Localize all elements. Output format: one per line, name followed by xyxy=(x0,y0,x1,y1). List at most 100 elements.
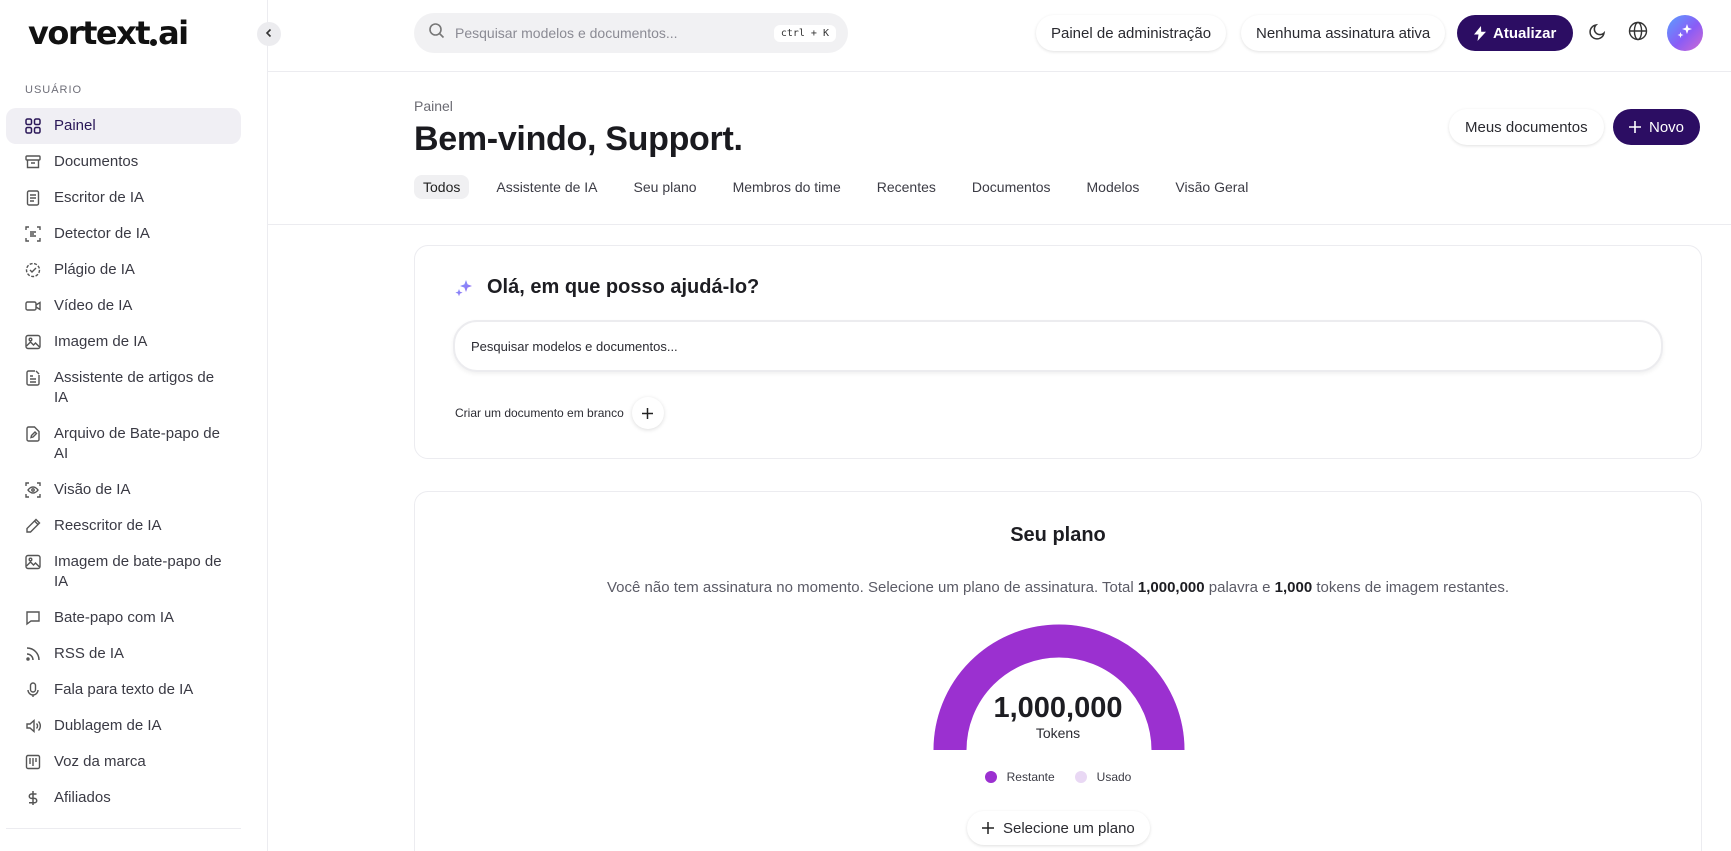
breadcrumb: Painel xyxy=(414,98,453,114)
sidebar-item-label: Painel xyxy=(54,117,96,134)
assistant-title-text: Olá, em que posso ajudá-lo? xyxy=(487,276,760,298)
sidebar-item-label: Afiliados xyxy=(54,789,111,806)
admin-panel-button[interactable]: Painel de administração xyxy=(1036,15,1227,51)
check-circle-icon xyxy=(24,261,41,278)
sidebar-item-label: Bate-papo com IA xyxy=(54,609,175,626)
scan-text-icon xyxy=(24,225,41,242)
language-button[interactable] xyxy=(1626,21,1650,45)
chevron-left-icon xyxy=(264,25,274,43)
collapse-sidebar-button[interactable] xyxy=(257,22,281,46)
archive-icon xyxy=(24,153,41,170)
sidebar-item-detector[interactable]: Detector de IA xyxy=(6,216,241,252)
page-header: Painel Bem-vindo, Support. Todos Assiste… xyxy=(268,72,1731,225)
sidebar-item-escritor[interactable]: Escritor de IA xyxy=(6,180,241,216)
page-title: Bem-vindo, Support. xyxy=(414,120,743,158)
sidebar-item-label: Imagem de IA xyxy=(54,333,148,350)
sidebar-item-label: Imagem de bate-papo de IA xyxy=(54,553,222,590)
plus-icon xyxy=(982,822,994,834)
chat-icon xyxy=(24,609,41,626)
create-blank-document-button[interactable]: Criar um documento em branco xyxy=(455,397,664,429)
tab-documentos[interactable]: Documentos xyxy=(963,175,1060,199)
tab-membros[interactable]: Membros do time xyxy=(724,175,850,199)
word-count: 1,000,000 xyxy=(1137,579,1205,596)
legend-swatch-remaining xyxy=(984,771,997,783)
theme-toggle-button[interactable] xyxy=(1586,21,1610,45)
sidebar-item-imagem-chat[interactable]: Imagem de bate-papo de IA xyxy=(6,544,241,600)
sidebar-item-label: Arquivo de Bate-papo de AI xyxy=(54,425,220,462)
upgrade-button[interactable]: Atualizar xyxy=(1457,15,1574,51)
dollar-icon xyxy=(24,789,41,806)
logo-suffix: ai xyxy=(158,14,189,52)
sidebar-item-label: Reescritor de IA xyxy=(54,517,162,534)
select-plan-label: Selecione um plano xyxy=(1003,819,1135,837)
tab-recentes[interactable]: Recentes xyxy=(868,175,945,199)
new-button[interactable]: Novo xyxy=(1613,109,1701,145)
sidebar-item-imagem[interactable]: Imagem de IA xyxy=(6,324,241,360)
sidebar-item-chat[interactable]: Bate-papo com IA xyxy=(6,600,241,636)
my-documents-button[interactable]: Meus documentos xyxy=(1449,109,1604,145)
image-icon xyxy=(24,553,41,570)
assistant-search-input[interactable]: Pesquisar modelos e documentos... xyxy=(453,320,1663,372)
legend-label: Restante xyxy=(1006,770,1055,784)
sidebar-item-label: Dublagem de IA xyxy=(54,717,162,734)
assistant-card: Olá, em que posso ajudá-lo? Pesquisar mo… xyxy=(414,245,1702,459)
legend-swatch-used xyxy=(1074,771,1087,783)
tab-visao-geral[interactable]: Visão Geral xyxy=(1166,175,1257,199)
gauge-unit: Tokens xyxy=(1035,725,1081,741)
sidebar-item-documentos[interactable]: Documentos xyxy=(6,144,241,180)
legend-label: Usado xyxy=(1096,770,1132,784)
rss-icon xyxy=(24,645,41,662)
sidebar-item-dublagem[interactable]: Dublagem de IA xyxy=(6,708,241,744)
select-plan-button[interactable]: Selecione um plano xyxy=(967,811,1150,845)
grid-icon xyxy=(24,117,41,134)
sidebar-item-label: Vídeo de IA xyxy=(54,297,133,314)
sidebar-item-painel[interactable]: Painel xyxy=(6,108,241,144)
plan-title: Seu plano xyxy=(1010,524,1106,546)
sidebar-item-fala[interactable]: Fala para texto de IA xyxy=(6,672,241,708)
shortcut-badge: ctrl + K xyxy=(773,24,836,42)
legend-item-remaining: Restante xyxy=(984,770,1055,784)
sidebar-item-arquivo-chat[interactable]: Arquivo de Bate-papo de AI xyxy=(6,416,241,472)
plan-desc-text: Você não tem assinatura no momento. Sele… xyxy=(607,579,1138,596)
subscription-status-label: Nenhuma assinatura ativa xyxy=(1256,24,1431,42)
sidebar-item-visao[interactable]: Visão de IA xyxy=(6,472,241,508)
sidebar-item-label: Documentos xyxy=(54,153,139,170)
assistant-input-placeholder: Pesquisar modelos e documentos... xyxy=(471,338,678,354)
tab-todos[interactable]: Todos xyxy=(414,175,470,199)
avatar[interactable] xyxy=(1667,15,1703,51)
sidebar-item-artigos[interactable]: Assistente de artigos de IA xyxy=(6,360,241,416)
new-label: Novo xyxy=(1649,118,1685,136)
logo[interactable]: vortext ai xyxy=(28,14,189,52)
sparkle-icon xyxy=(1676,22,1694,45)
legend-item-used: Usado xyxy=(1074,770,1132,784)
sidebar-item-voz-marca[interactable]: Voz da marca xyxy=(6,744,241,780)
sidebar-item-label: Visão de IA xyxy=(54,481,131,498)
logo-text: vortext xyxy=(28,14,151,52)
globe-icon xyxy=(1628,21,1648,46)
sidebar-item-video[interactable]: Vídeo de IA xyxy=(6,288,241,324)
topbar: Pesquisar modelos e documentos... ctrl +… xyxy=(268,0,1731,72)
gauge-legend: Restante Usado xyxy=(415,770,1701,784)
create-blank-document-label: Criar um documento em branco xyxy=(455,406,624,420)
tab-assistente[interactable]: Assistente de IA xyxy=(487,175,606,199)
plus-circle-icon xyxy=(631,397,664,429)
tab-seu-plano[interactable]: Seu plano xyxy=(625,175,706,199)
sidebar: vortext ai USUÁRIO Painel Documentos Escr… xyxy=(0,0,268,851)
columns-icon xyxy=(24,753,41,770)
sidebar-item-rss[interactable]: RSS de IA xyxy=(6,636,241,672)
pencil-icon xyxy=(24,517,41,534)
sidebar-item-label: Detector de IA xyxy=(54,225,150,242)
sidebar-item-reescritor[interactable]: Reescritor de IA xyxy=(6,508,241,544)
plan-card: Seu plano Você não tem assinatura no mom… xyxy=(414,491,1702,851)
logo-dot xyxy=(150,39,158,46)
tab-modelos[interactable]: Modelos xyxy=(1078,175,1149,199)
sidebar-section-label: USUÁRIO xyxy=(25,84,83,96)
global-search[interactable]: Pesquisar modelos e documentos... ctrl +… xyxy=(414,13,848,53)
sidebar-item-afiliados[interactable]: Afiliados xyxy=(6,780,241,816)
plus-icon xyxy=(1629,121,1641,133)
video-icon xyxy=(24,297,41,314)
subscription-status-button[interactable]: Nenhuma assinatura ativa xyxy=(1241,15,1446,51)
upgrade-label: Atualizar xyxy=(1493,24,1557,42)
plan-description: Você não tem assinatura no momento. Sele… xyxy=(415,579,1701,596)
sidebar-item-plagio[interactable]: Plágio de IA xyxy=(6,252,241,288)
